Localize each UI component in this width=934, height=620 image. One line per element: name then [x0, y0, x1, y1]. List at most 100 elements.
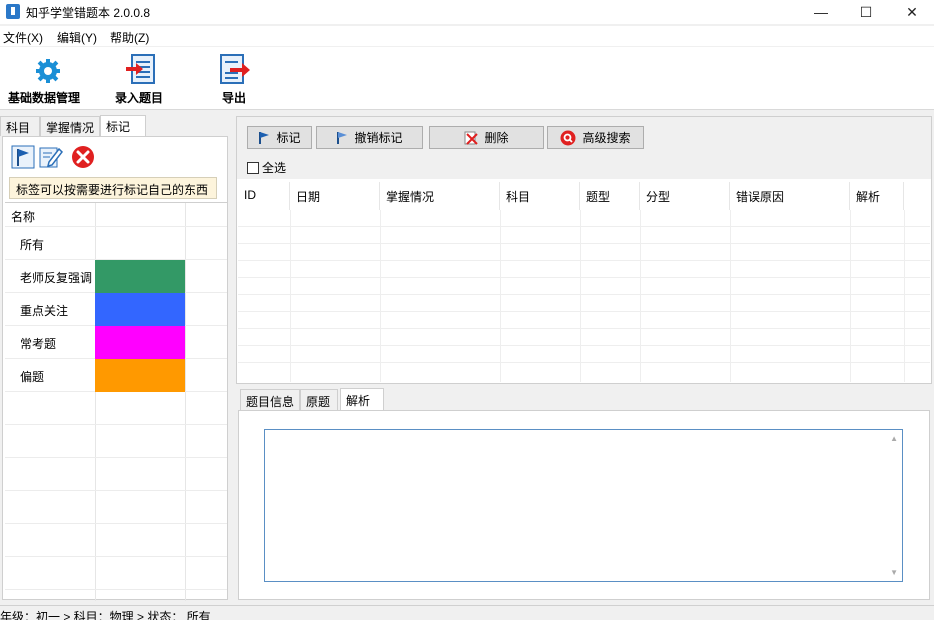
table-grid-line — [238, 294, 930, 295]
tag-row[interactable]: 偏题 — [5, 359, 227, 392]
maximize-button[interactable]: ☐ — [843, 0, 889, 24]
advanced-search-button[interactable]: 高级搜索 — [547, 126, 644, 149]
tag-color-swatch — [95, 326, 185, 359]
empty-row — [5, 458, 227, 491]
left-tab-strip: 科目 掌握情况 标记 — [0, 115, 230, 137]
tab-question-info[interactable]: 题目信息 — [240, 389, 300, 410]
tag-name: 老师反复强调 — [20, 271, 93, 285]
flag-outline-icon — [337, 131, 348, 144]
search-icon — [560, 130, 576, 145]
delete-label: 删除 — [484, 131, 509, 145]
table-grid-line — [238, 260, 930, 261]
tag-panel: 标签可以按需要进行标记自己的东西 名称 所有 老师反复强调 重点关注 常考题 偏… — [2, 136, 228, 601]
tag-color-swatch — [95, 293, 185, 326]
tag-name: 偏题 — [20, 370, 45, 384]
delete-icon — [464, 131, 479, 145]
table-grid-line — [238, 328, 930, 329]
column-header-error-reason[interactable]: 错误原因 — [730, 182, 850, 210]
edit-icon[interactable] — [39, 145, 63, 169]
tag-row[interactable]: 所有 — [5, 227, 227, 260]
column-name-header: 名称 — [11, 210, 36, 224]
table-grid-line — [238, 277, 930, 278]
status-text: 年级：初一 > 科目：物理 > 状态： 所有 — [0, 610, 211, 620]
table-grid-line — [904, 210, 905, 382]
tab-subject[interactable]: 科目 — [0, 116, 40, 136]
tag-grid-header: 名称 — [5, 203, 227, 227]
tag-grid: 名称 所有 老师反复强调 重点关注 常考题 偏题 — [5, 202, 227, 601]
table-grid-line — [238, 345, 930, 346]
tag-name: 重点关注 — [20, 304, 69, 318]
unmark-button[interactable]: 撤销标记 — [316, 126, 423, 149]
scroll-up-arrow[interactable]: ▲ — [890, 434, 898, 443]
tag-row[interactable]: 常考题 — [5, 326, 227, 359]
table-grid-line — [238, 243, 930, 244]
delete-button[interactable]: 删除 — [429, 126, 544, 149]
tag-color-swatch — [95, 260, 185, 293]
enter-document-icon — [126, 54, 155, 84]
advanced-search-label: 高级搜索 — [582, 131, 631, 145]
table-grid-line — [730, 210, 731, 382]
column-header-date[interactable]: 日期 — [290, 182, 380, 210]
table-header: ID 日期 掌握情况 科目 题型 分型 错误原因 解析 — [238, 182, 930, 210]
gear-icon — [36, 59, 60, 83]
delete-tag-icon[interactable] — [71, 145, 95, 169]
empty-row — [5, 524, 227, 557]
window-title: 知乎学堂错题本 2.0.0.8 — [26, 6, 151, 20]
main-toolbar: 基础数据管理 录入题目 导出 — [0, 47, 934, 110]
enter-question-button[interactable]: 录入题目 — [112, 47, 172, 109]
column-header-analysis[interactable]: 解析 — [850, 182, 904, 210]
menu-help[interactable]: 帮助(Z) — [110, 29, 149, 46]
menu-edit[interactable]: 编辑(Y) — [57, 29, 97, 46]
column-header-id[interactable]: ID — [238, 182, 290, 210]
unmark-label: 撤销标记 — [354, 131, 403, 145]
tag-hint-text: 标签可以按需要进行标记自己的东西 — [9, 177, 217, 199]
empty-row — [5, 491, 227, 524]
tab-mastery[interactable]: 掌握情况 — [40, 116, 100, 136]
tag-row[interactable]: 老师反复强调 — [5, 260, 227, 293]
mark-label: 标记 — [276, 131, 301, 145]
tag-name: 常考题 — [20, 337, 57, 351]
minimize-button[interactable]: — — [798, 0, 844, 24]
column-header-category[interactable]: 分型 — [640, 182, 730, 210]
export-button[interactable]: 导出 — [212, 47, 256, 109]
flag-icon[interactable] — [11, 145, 35, 169]
table-grid-line — [238, 362, 930, 363]
base-data-button[interactable]: 基础数据管理 — [6, 47, 90, 109]
column-header-question-type[interactable]: 题型 — [580, 182, 640, 210]
scroll-down-arrow[interactable]: ▼ — [890, 568, 898, 577]
table-grid-line — [380, 210, 381, 382]
column-header-subject[interactable]: 科目 — [500, 182, 580, 210]
menu-bar: 文件(X) 编辑(Y) 帮助(Z) — [0, 26, 934, 46]
table-grid-line — [500, 210, 501, 382]
export-label: 导出 — [222, 91, 247, 105]
title-bar: 知乎学堂错题本 2.0.0.8 — ☐ ✕ — [0, 0, 934, 24]
checkbox-box — [247, 161, 259, 174]
app-icon — [6, 4, 20, 19]
tag-row[interactable]: 重点关注 — [5, 293, 227, 326]
table-grid-line — [238, 311, 930, 312]
table-grid-line — [850, 210, 851, 382]
table-grid-line — [580, 210, 581, 382]
analysis-textarea[interactable]: ▲ ▼ — [264, 429, 903, 582]
select-all-checkbox[interactable]: 全选 — [247, 159, 286, 176]
column-header-mastery[interactable]: 掌握情况 — [380, 182, 500, 210]
empty-row — [5, 425, 227, 458]
export-document-icon — [220, 54, 250, 84]
flag-icon — [259, 131, 270, 144]
table-grid-line — [238, 226, 930, 227]
tab-analysis[interactable]: 解析 — [340, 388, 384, 411]
tab-tags[interactable]: 标记 — [100, 115, 146, 137]
tag-name: 所有 — [20, 238, 45, 252]
tab-original-question[interactable]: 原题 — [300, 389, 338, 410]
tag-color-swatch — [95, 359, 185, 392]
close-button[interactable]: ✕ — [889, 0, 934, 24]
table-grid-line — [640, 210, 641, 382]
status-bar: 年级：初一 > 科目：物理 > 状态： 所有 — [0, 605, 934, 620]
base-data-label: 基础数据管理 — [8, 91, 81, 105]
empty-row — [5, 557, 227, 590]
enter-question-label: 录入题目 — [115, 91, 164, 105]
empty-row — [5, 392, 227, 425]
mark-button[interactable]: 标记 — [247, 126, 312, 149]
menu-file[interactable]: 文件(X) — [3, 29, 43, 46]
select-all-label: 全选 — [262, 161, 287, 175]
